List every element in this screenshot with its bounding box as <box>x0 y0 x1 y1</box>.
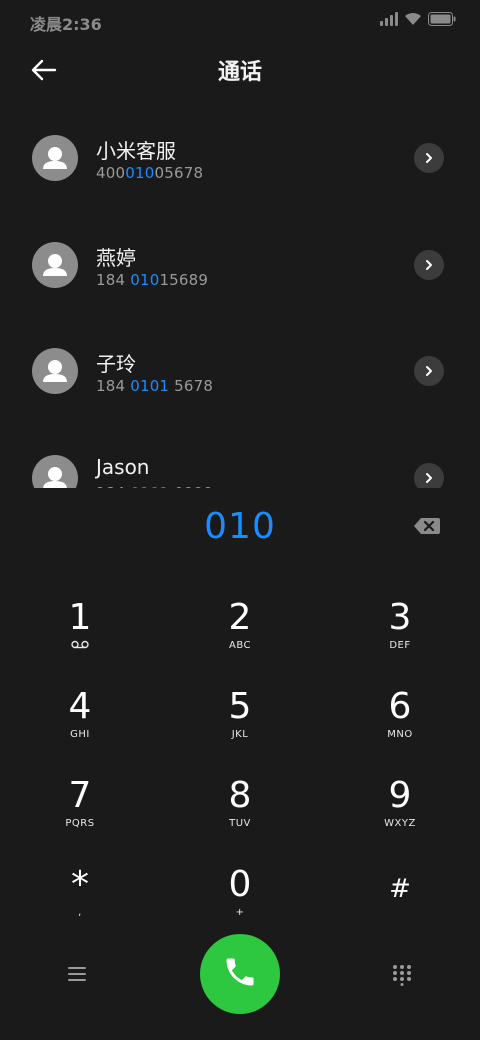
contact-name: 燕婷 <box>96 246 136 270</box>
key-letters: JKL <box>231 729 249 740</box>
contact-number: 184 0101 0999 <box>96 484 213 488</box>
avatar <box>32 348 78 394</box>
key-1[interactable]: 1 <box>10 590 150 670</box>
battery-icon <box>428 12 456 26</box>
status-time: 凌晨2:36 <box>30 15 102 34</box>
key-letters: + <box>235 907 245 918</box>
contact-number: 184 0101 5678 <box>96 377 214 395</box>
contact-name: 子玲 <box>96 352 136 376</box>
list-item[interactable]: Jason 184 0101 0999 <box>0 424 480 488</box>
status-icons <box>380 12 456 26</box>
key-digit: * <box>71 864 89 905</box>
page-title: 通话 <box>217 60 262 85</box>
key-2[interactable]: 2 ABC <box>170 590 310 670</box>
signal-icon <box>380 12 398 26</box>
key-letters: GHI <box>70 729 90 740</box>
key-digit: 2 <box>228 597 252 638</box>
key-letters: WXYZ <box>384 818 416 829</box>
wifi-icon <box>404 12 422 26</box>
key-letters: MNO <box>387 729 413 740</box>
key-6[interactable]: 6 MNO <box>330 679 470 759</box>
dialpad-button[interactable] <box>392 964 412 986</box>
header: 通话 <box>0 40 480 100</box>
key-digit: 4 <box>68 686 92 727</box>
key-digit: 3 <box>388 597 412 638</box>
list-item[interactable]: 燕婷 184 01015689 <box>0 211 480 311</box>
menu-button[interactable] <box>66 964 88 984</box>
key-digit: 0 <box>228 864 252 905</box>
key-digit: 7 <box>68 775 92 816</box>
contact-detail-button[interactable] <box>414 356 444 386</box>
key-digit: 6 <box>388 686 412 727</box>
voicemail-icon <box>10 640 150 649</box>
key-letters: ABC <box>228 640 251 651</box>
key-letters: , <box>78 907 82 918</box>
chevron-right-icon <box>423 256 435 275</box>
contact-detail-button[interactable] <box>414 250 444 280</box>
dialed-number[interactable]: 010 <box>0 506 480 547</box>
dial-display: 010 <box>0 506 480 554</box>
bottom-bar <box>0 934 480 1016</box>
key-digit: 8 <box>228 775 252 816</box>
key-digit: 1 <box>68 597 92 638</box>
contact-list[interactable]: 小米客服 40001005678 燕婷 184 01015689 子玲 184 … <box>0 104 480 488</box>
key-7[interactable]: 7 PQRS <box>10 768 150 848</box>
avatar <box>32 135 78 181</box>
dialpad-icon <box>392 965 412 990</box>
backspace-button[interactable] <box>412 514 442 538</box>
contact-detail-button[interactable] <box>414 143 444 173</box>
key-5[interactable]: 5 JKL <box>170 679 310 759</box>
contact-detail-button[interactable] <box>414 463 444 488</box>
key-hash[interactable]: # <box>330 857 470 937</box>
key-letters: DEF <box>389 640 411 651</box>
key-9[interactable]: 9 WXYZ <box>330 768 470 848</box>
contact-name: 小米客服 <box>96 139 176 163</box>
list-item[interactable]: 子玲 184 0101 5678 <box>0 317 480 417</box>
list-item[interactable]: 小米客服 40001005678 <box>0 104 480 204</box>
contact-name: Jason <box>96 455 150 479</box>
key-digit: # <box>389 874 411 904</box>
key-digit: 5 <box>228 686 252 727</box>
status-bar: 凌晨2:36 <box>0 0 480 40</box>
phone-icon <box>222 954 258 994</box>
avatar <box>32 242 78 288</box>
chevron-right-icon <box>423 149 435 168</box>
chevron-right-icon <box>423 362 435 381</box>
key-star[interactable]: * , <box>10 857 150 937</box>
key-0[interactable]: 0 + <box>170 857 310 937</box>
chevron-right-icon <box>423 469 435 488</box>
key-3[interactable]: 3 DEF <box>330 590 470 670</box>
key-letters: TUV <box>229 818 251 829</box>
key-4[interactable]: 4 GHI <box>10 679 150 759</box>
key-digit: 9 <box>388 775 412 816</box>
contact-number: 40001005678 <box>96 164 204 182</box>
menu-icon <box>66 967 88 988</box>
backspace-icon <box>412 518 442 542</box>
key-8[interactable]: 8 TUV <box>170 768 310 848</box>
call-button[interactable] <box>200 934 280 1014</box>
key-letters: PQRS <box>65 818 95 829</box>
avatar <box>32 455 78 488</box>
contact-number: 184 01015689 <box>96 271 209 289</box>
